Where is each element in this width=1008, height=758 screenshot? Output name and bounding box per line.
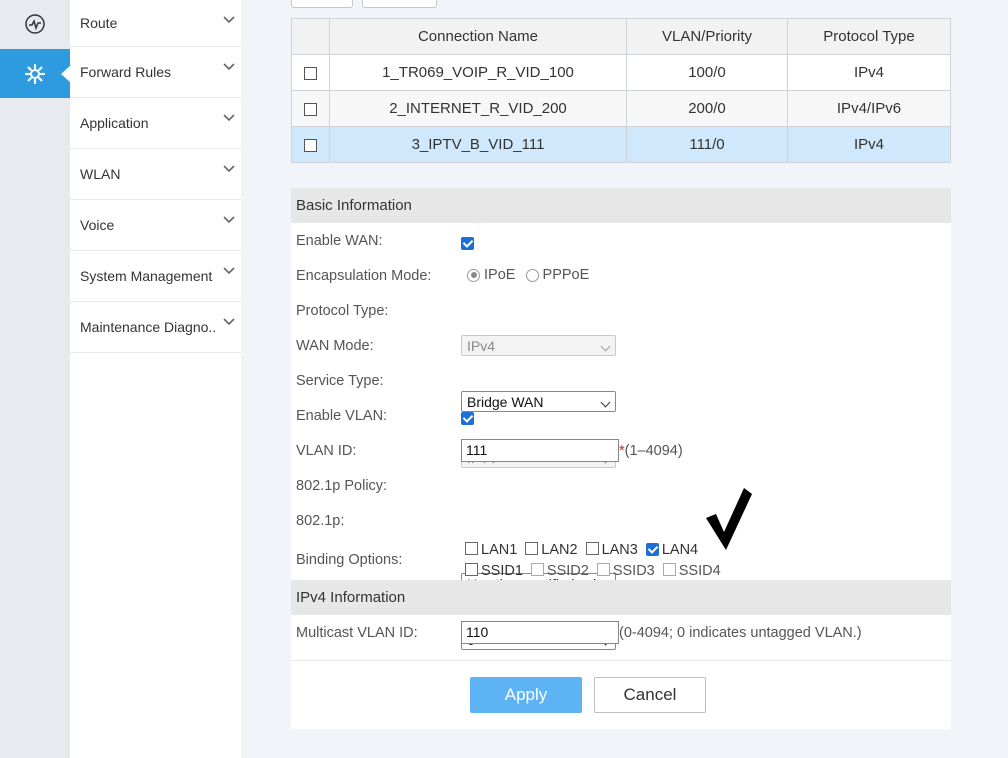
sidebar-item-system-management[interactable]: System Management [70, 251, 241, 302]
lan1-option[interactable]: LAN1 [465, 542, 517, 558]
table-row-selected[interactable]: 3_IPTV_B_VID_111 111/0 IPv4 [291, 126, 951, 163]
vlan-id-input[interactable]: 111 [461, 439, 619, 462]
lan3-option[interactable]: LAN3 [585, 542, 638, 558]
wan-connection-table: Connection Name VLAN/Priority Protocol T… [291, 18, 951, 163]
cancel-button[interactable]: Cancel [594, 677, 706, 713]
status-nav-button[interactable] [0, 0, 70, 48]
encapsulation-mode-label: Encapsulation Mode: [296, 268, 432, 284]
protocol-type-cell: IPv4/IPv6 [787, 90, 951, 127]
chevron-down-icon [223, 165, 235, 173]
new-button[interactable] [291, 0, 353, 8]
vlan-id-label: VLAN ID: [296, 443, 357, 459]
basic-info-section-title: Basic Information [291, 188, 951, 223]
main-content: Connection Name VLAN/Priority Protocol T… [241, 0, 1008, 758]
chevron-down-icon [600, 397, 611, 408]
vlan-priority-cell: 200/0 [626, 90, 788, 127]
binding-ssid-options: SSID1 SSID2 SSID3 SSID4 [465, 562, 729, 579]
connection-name-cell: 2_INTERNET_R_VID_200 [329, 90, 627, 127]
binding-lan-options: LAN1 LAN2 LAN3 LAN4 [465, 541, 706, 558]
divider [291, 660, 951, 661]
multicast-vlan-id-input[interactable]: 110 [461, 621, 619, 644]
8021p-policy-label: 802.1p Policy: [296, 478, 388, 494]
ssid3-option[interactable]: SSID3 [596, 563, 655, 579]
multicast-vlan-id-label: Multicast VLAN ID: [296, 625, 418, 641]
table-row[interactable]: 2_INTERNET_R_VID_200 200/0 IPv4/IPv6 [291, 90, 951, 127]
delete-button[interactable] [362, 0, 437, 8]
sidebar-item-application[interactable]: Application [70, 98, 241, 149]
sidebar-menu: Route Forward Rules Application WLAN Voi… [70, 0, 242, 758]
select-column-header [291, 18, 330, 55]
service-type-label: Service Type: [296, 373, 384, 389]
apply-button[interactable]: Apply [470, 677, 582, 713]
enable-vlan-label: Enable VLAN: [296, 408, 388, 424]
pppoe-label: PPPoE [542, 267, 590, 283]
multicast-vlan-hint: (0-4094; 0 indicates untagged VLAN.) [619, 625, 862, 641]
ipoe-radio[interactable] [467, 268, 480, 282]
wan-mode-value: Bridge WAN [467, 394, 544, 410]
sidebar-item-label: Maintenance Diagno.. [80, 319, 217, 335]
protocol-type-value: IPv4 [467, 338, 496, 354]
sidebar-item-route[interactable]: Route [70, 0, 241, 47]
vlan-id-hint: (1–4094) [624, 443, 683, 459]
chevron-down-icon [223, 216, 235, 224]
enable-wan-checkbox[interactable] [461, 236, 474, 250]
sidebar-item-voice[interactable]: Voice [70, 200, 241, 251]
check-mark-icon [706, 488, 752, 550]
protocol-type-cell: IPv4 [787, 54, 951, 91]
table-row[interactable]: 1_TR069_VOIP_R_VID_100 100/0 IPv4 [291, 54, 951, 91]
row-checkbox[interactable] [304, 138, 317, 152]
activity-icon [25, 14, 45, 34]
wan-config-form: Basic Information Enable WAN: Encapsulat… [291, 188, 951, 729]
sidebar-item-maintenance[interactable]: Maintenance Diagno.. [70, 302, 241, 353]
wan-mode-select[interactable]: Bridge WAN [461, 391, 616, 412]
sidebar-item-label: Application [80, 115, 149, 131]
sidebar-item-label: Voice [80, 217, 115, 233]
protocol-type-cell: IPv4 [787, 126, 951, 163]
chevron-down-icon [600, 341, 611, 352]
ssid2-option[interactable]: SSID2 [530, 563, 589, 579]
sidebar-item-forward-rules[interactable]: Forward Rules [70, 47, 241, 98]
lan4-option[interactable]: LAN4 [645, 542, 698, 558]
gear-icon [24, 63, 46, 84]
chevron-down-icon [223, 16, 235, 24]
connection-name-cell: 3_IPTV_B_VID_111 [329, 126, 627, 163]
row-checkbox[interactable] [304, 66, 317, 80]
table-header-row: Connection Name VLAN/Priority Protocol T… [291, 18, 951, 55]
chevron-down-icon [223, 267, 235, 275]
connection-name-cell: 1_TR069_VOIP_R_VID_100 [329, 54, 627, 91]
sidebar-item-label: Forward Rules [80, 64, 172, 80]
binding-options-label: Binding Options: [296, 552, 403, 568]
ssid4-option[interactable]: SSID4 [662, 563, 721, 579]
wan-mode-label: WAN Mode: [296, 338, 374, 354]
sidebar-item-label: System Management [80, 268, 213, 284]
ipoe-label: IPoE [484, 267, 516, 283]
row-checkbox[interactable] [304, 102, 317, 116]
ipv4-info-section-title: IPv4 Information [291, 580, 951, 615]
lan2-option[interactable]: LAN2 [525, 542, 578, 558]
advanced-nav-button[interactable] [0, 49, 71, 98]
icon-sidebar [0, 0, 71, 758]
sidebar-item-wlan[interactable]: WLAN [70, 149, 241, 200]
chevron-down-icon [223, 318, 235, 326]
chevron-down-icon [223, 63, 235, 71]
column-header: VLAN/Priority [626, 18, 788, 55]
vlan-priority-cell: 111/0 [626, 126, 788, 163]
ssid1-option[interactable]: SSID1 [465, 563, 523, 579]
enable-vlan-checkbox[interactable] [461, 411, 474, 425]
vlan-priority-cell: 100/0 [626, 54, 788, 91]
column-header: Protocol Type [787, 18, 951, 55]
protocol-type-select[interactable]: IPv4 [461, 335, 616, 356]
enable-wan-label: Enable WAN: [296, 233, 383, 249]
chevron-down-icon [223, 114, 235, 122]
sidebar-item-label: Route [80, 15, 118, 31]
pppoe-radio[interactable] [525, 268, 539, 282]
sidebar-item-label: WLAN [80, 166, 121, 182]
8021p-label: 802.1p: [296, 513, 345, 529]
protocol-type-label: Protocol Type: [296, 303, 389, 319]
column-header: Connection Name [329, 18, 627, 55]
